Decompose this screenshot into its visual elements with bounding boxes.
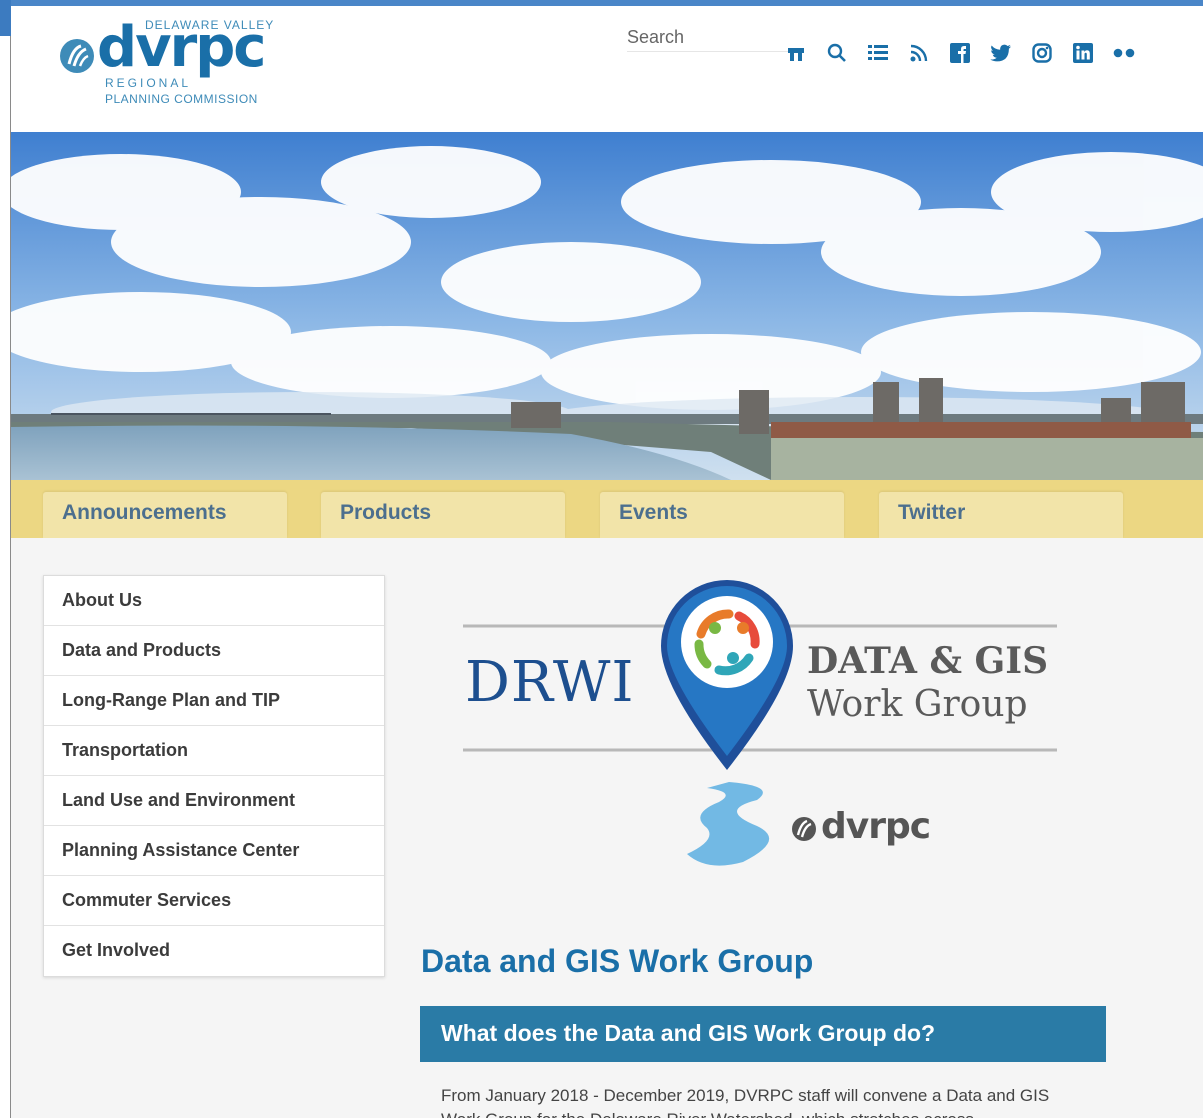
tab-announcements[interactable]: Announcements [43,492,287,538]
sidebar-item-get-involved[interactable]: Get Involved [44,926,384,976]
logo-tagline-top: DELAWARE VALLEY [145,18,275,32]
sidebar-item-transportation[interactable]: Transportation [44,726,384,776]
logo-tagline-commission: PLANNING COMMISSION [105,92,258,106]
tab-events[interactable]: Events [600,492,844,538]
sidebar-item-about-us[interactable]: About Us [44,576,384,626]
main-content: About Us Data and Products Long-Range Pl… [11,538,1203,1118]
drwi-dvrpc-mark: dvrpc [792,806,931,847]
tab-products[interactable]: Products [321,492,565,538]
drwi-dvrpc-text: dvrpc [821,806,931,847]
drwi-title: DRWI [465,650,635,715]
sidebar-nav: About Us Data and Products Long-Range Pl… [43,575,385,977]
linkedin-icon[interactable] [1072,42,1094,64]
site-header: dvrpc DELAWARE VALLEY REGIONAL PLANNING … [11,6,1203,132]
window-corner [0,0,11,36]
search-icon[interactable] [826,42,848,64]
logo-tagline-regional: REGIONAL [105,76,192,90]
dvrpc-logo[interactable]: dvrpc DELAWARE VALLEY REGIONAL PLANNING … [59,14,279,114]
sidebar-item-land-use[interactable]: Land Use and Environment [44,776,384,826]
twitter-icon[interactable] [990,42,1012,64]
skyline-banner-image [11,132,1203,480]
list-icon[interactable] [867,42,889,64]
sidebar-item-planning-assistance[interactable]: Planning Assistance Center [44,826,384,876]
tab-twitter[interactable]: Twitter [879,492,1123,538]
sidebar-item-long-range-plan[interactable]: Long-Range Plan and TIP [44,676,384,726]
sidebar-item-commuter-services[interactable]: Commuter Services [44,876,384,926]
drwi-data-gis-text: DATA & GIS [807,640,1049,682]
drwi-logo-graphic: DRWI DATA & GIS Work Group dvrpc [457,578,1067,878]
header-icon-bar [785,42,1154,64]
instagram-icon[interactable] [1031,42,1053,64]
window-left-frame [0,0,11,1118]
drwi-work-group-text: Work Group [807,684,1028,725]
faq-accordion-header[interactable]: What does the Data and GIS Work Group do… [420,1006,1106,1062]
sidebar-item-data-and-products[interactable]: Data and Products [44,626,384,676]
tab-bar: Announcements Products Events Twitter [11,480,1203,538]
rss-icon[interactable] [908,42,930,64]
page-title: Data and GIS Work Group [421,943,814,979]
logo-swirl-icon [60,39,94,73]
more-icon[interactable] [1113,42,1135,64]
intro-paragraph: From January 2018 - December 2019, DVRPC… [441,1086,1050,1118]
facebook-icon[interactable] [949,42,971,64]
cart-icon[interactable] [785,42,807,64]
search-input[interactable] [627,24,797,52]
